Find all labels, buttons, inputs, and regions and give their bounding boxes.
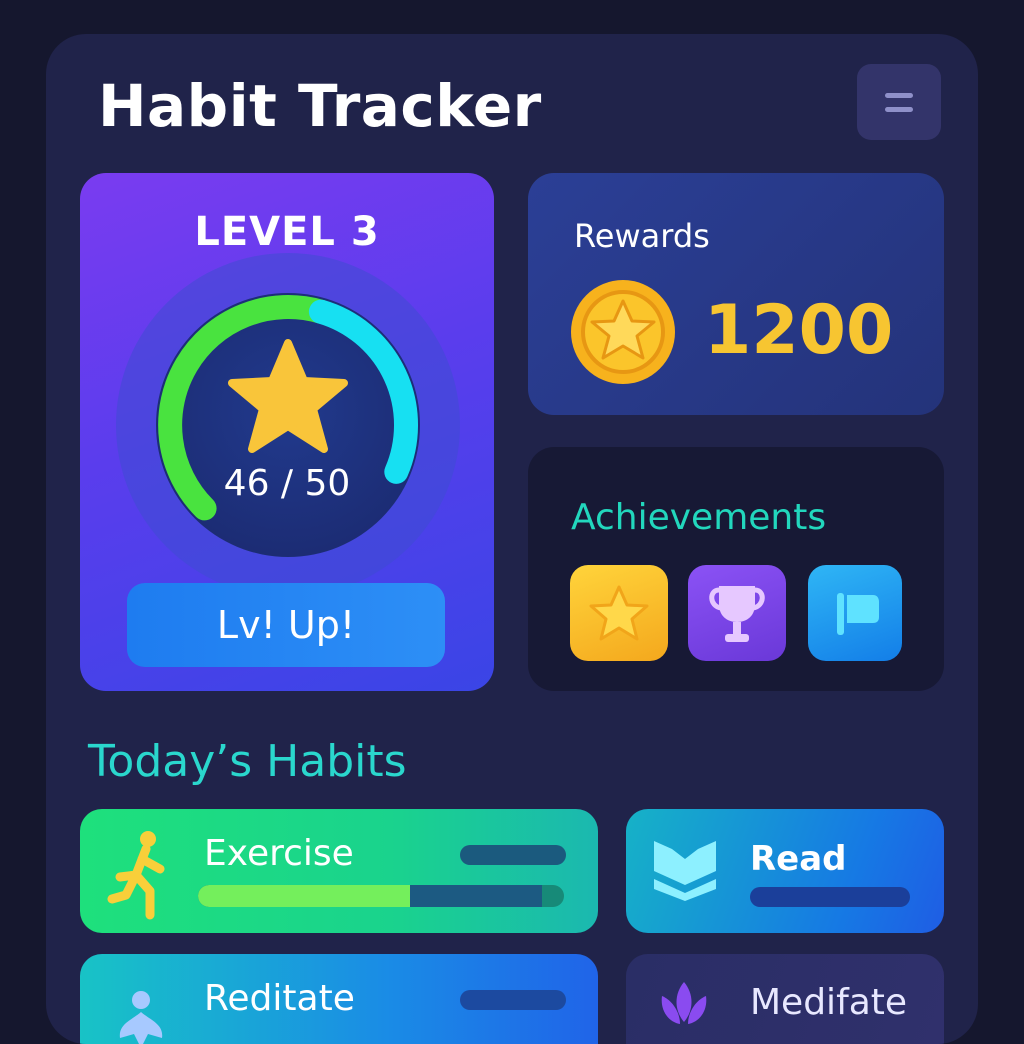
menu-button[interactable] xyxy=(857,64,941,140)
rewards-card[interactable]: Rewards 1200 xyxy=(528,173,944,415)
habit-name: Medifate xyxy=(750,982,908,1023)
habit-card-reditate[interactable]: Reditate xyxy=(80,954,598,1044)
habit-progress-bar xyxy=(198,885,564,907)
habit-progress-fill xyxy=(198,885,411,907)
rewards-label: Rewards xyxy=(574,217,710,255)
menu-icon xyxy=(885,92,913,98)
coin-icon xyxy=(571,280,675,384)
book-icon xyxy=(654,841,716,901)
achievements-card: Achievements xyxy=(528,447,944,691)
trophy-badge-icon[interactable] xyxy=(688,565,786,661)
habit-status-pill xyxy=(460,990,566,1010)
section-title-habits: Today’s Habits xyxy=(88,736,407,787)
level-up-button[interactable]: Lv! Up! xyxy=(127,583,445,667)
running-icon xyxy=(107,831,165,920)
habit-progress-bar xyxy=(750,887,910,907)
flag-badge-icon[interactable] xyxy=(808,565,902,661)
rewards-value: 1200 xyxy=(704,291,894,370)
habit-name: Reditate xyxy=(204,978,355,1019)
habit-card-medifate[interactable]: Medifate xyxy=(626,954,944,1044)
habit-name: Exercise xyxy=(204,833,354,874)
progress-ring-svg xyxy=(116,253,460,597)
habit-status-pill xyxy=(460,845,566,865)
achievements-title: Achievements xyxy=(571,497,827,538)
habit-card-read[interactable]: Read xyxy=(626,809,944,933)
page-title: Habit Tracker xyxy=(98,72,542,140)
lotus-icon xyxy=(661,982,707,1024)
meditation-icon xyxy=(119,991,163,1044)
habit-progress-remaining xyxy=(410,885,543,907)
app-screen: Habit Tracker LEVEL 3 46 / 50 Lv! Up! Re… xyxy=(46,34,978,1044)
level-progress-ring xyxy=(116,253,460,597)
star-badge-icon[interactable] xyxy=(570,565,668,661)
level-progress-text: 46 / 50 xyxy=(223,463,351,504)
level-label: LEVEL 3 xyxy=(194,209,380,255)
habit-name: Read xyxy=(750,839,847,879)
habit-card-exercise[interactable]: Exercise xyxy=(80,809,598,933)
menu-icon-line xyxy=(885,106,913,112)
level-card: LEVEL 3 46 / 50 Lv! Up! xyxy=(80,173,494,691)
